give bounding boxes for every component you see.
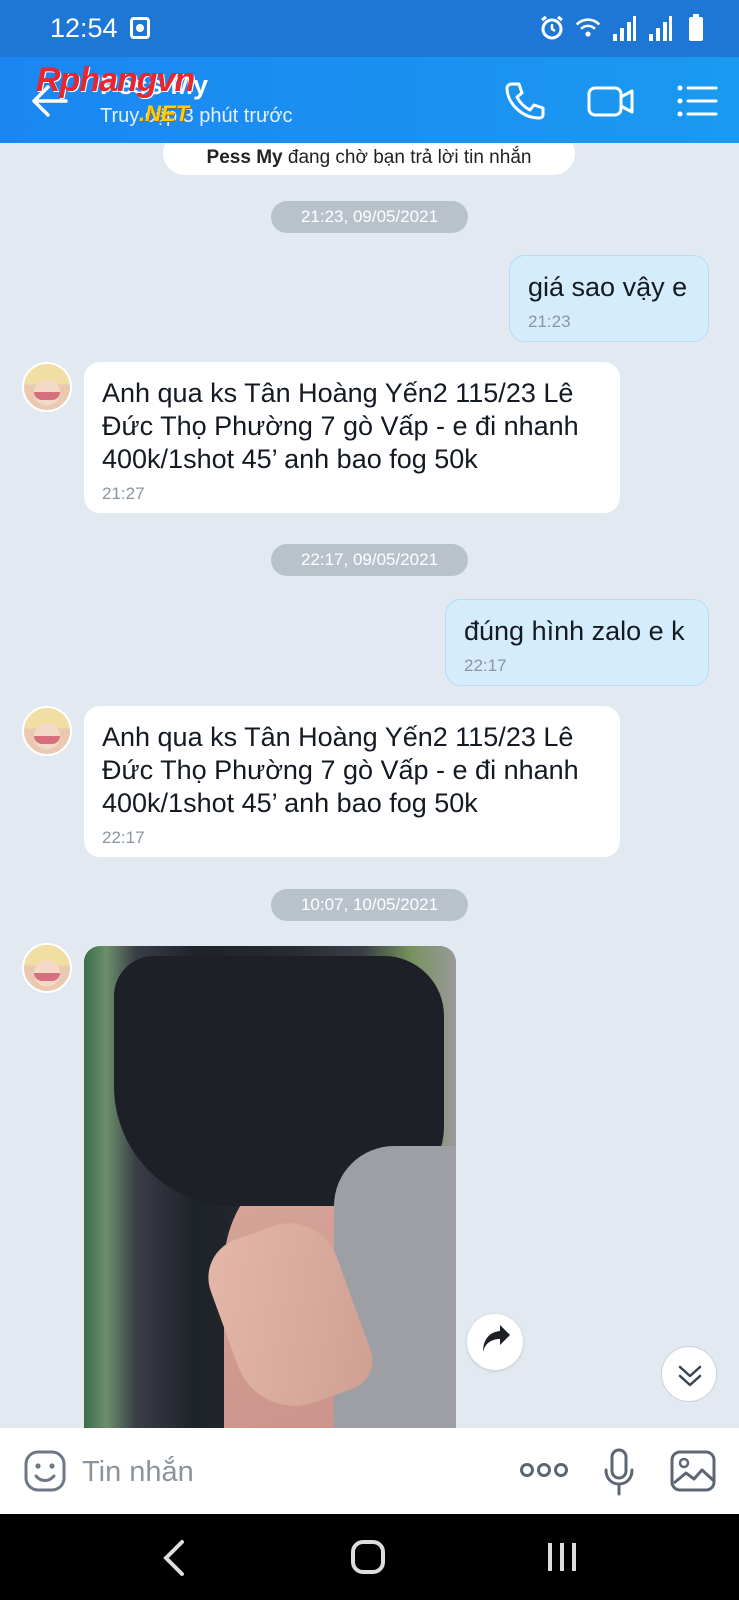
contact-last-seen: Truy cập 3 phút trước: [100, 105, 293, 127]
message-text: giá sao vậy e: [528, 272, 688, 302]
system-nav-bar: [0, 1514, 739, 1600]
status-bar: 12:54: [0, 0, 739, 57]
message-text: Anh qua ks Tân Hoàng Yến2 115/23 Lê Đức …: [102, 378, 579, 474]
scroll-to-bottom-button[interactable]: [661, 1346, 717, 1402]
alarm-icon: [541, 15, 563, 40]
outgoing-message[interactable]: giá sao vậy e 21:23: [509, 255, 709, 342]
photo-icon: [130, 17, 150, 39]
watermark-logo: Rphangvn: [36, 61, 195, 99]
forward-share-icon: [483, 1325, 510, 1352]
message-input-bar: [0, 1428, 739, 1514]
message-text: Anh qua ks Tân Hoàng Yến2 115/23 Lê Đức …: [102, 722, 579, 818]
pending-reply-notice: Pess My đang chờ bạn trả lời tin nhắn: [163, 143, 575, 175]
message-time: 21:23: [528, 312, 571, 331]
forward-button[interactable]: [467, 1314, 523, 1370]
signal-icon-2: [649, 16, 672, 41]
status-time: 12:54: [50, 13, 118, 43]
date-separator: 21:23, 09/05/2021: [271, 201, 468, 233]
pending-notice-text: đang chờ bạn trả lời tin nhắn: [282, 147, 532, 168]
photo-message[interactable]: [84, 946, 456, 1428]
nav-recent-apps-icon[interactable]: [545, 1540, 579, 1574]
avatar[interactable]: [22, 706, 72, 756]
chat-area[interactable]: Pess My đang chờ bạn trả lời tin nhắn 21…: [0, 143, 739, 1428]
message-time: 22:17: [464, 656, 507, 675]
date-separator: 10:07, 10/05/2021: [271, 889, 468, 921]
emoji-icon[interactable]: [24, 1450, 66, 1492]
avatar[interactable]: [22, 943, 72, 993]
outgoing-message[interactable]: đúng hình zalo e k 22:17: [445, 599, 709, 686]
menu-list-icon[interactable]: [675, 79, 719, 123]
incoming-message[interactable]: Anh qua ks Tân Hoàng Yến2 115/23 Lê Đức …: [84, 362, 620, 513]
status-icons: [539, 14, 709, 42]
avatar[interactable]: [22, 362, 72, 412]
phone-icon[interactable]: [502, 79, 546, 123]
message-text: đúng hình zalo e k: [464, 616, 685, 646]
video-call-icon[interactable]: [586, 79, 636, 123]
message-time: 21:27: [102, 484, 145, 503]
wifi-icon: [575, 18, 601, 37]
nav-home-icon[interactable]: [351, 1540, 385, 1574]
watermark-logo-sub: .NET: [139, 101, 190, 126]
double-chevron-down-icon: [678, 1365, 702, 1387]
gallery-icon[interactable]: [670, 1450, 716, 1492]
message-input[interactable]: [82, 1452, 482, 1492]
battery-icon: [689, 14, 703, 41]
message-time: 22:17: [102, 828, 145, 847]
pending-notice-name: Pess My: [206, 147, 283, 168]
microphone-icon[interactable]: [602, 1448, 636, 1496]
more-options-icon[interactable]: [519, 1460, 569, 1480]
chat-header: Pess My Truy cập 3 phút trước Rphangvn .…: [0, 57, 739, 143]
signal-icon: [613, 16, 636, 41]
date-separator: 22:17, 09/05/2021: [271, 544, 468, 576]
nav-back-icon[interactable]: [160, 1538, 190, 1578]
incoming-message[interactable]: Anh qua ks Tân Hoàng Yến2 115/23 Lê Đức …: [84, 706, 620, 857]
